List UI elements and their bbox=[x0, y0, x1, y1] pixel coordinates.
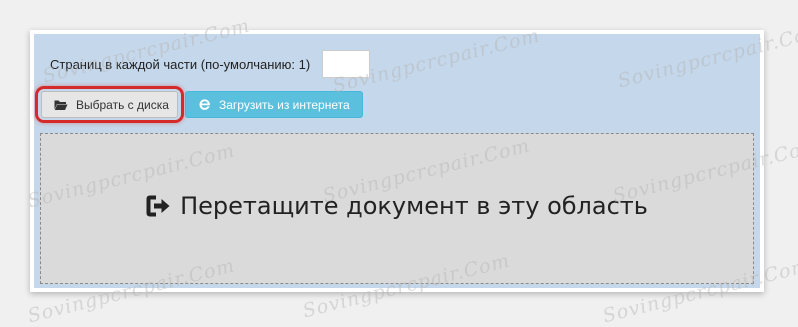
drop-zone-text: Перетащите документ в эту область bbox=[180, 191, 648, 220]
choose-from-disk-label: Выбрать с диска bbox=[76, 97, 169, 112]
internet-explorer-icon bbox=[198, 98, 211, 111]
pages-per-part-input[interactable] bbox=[322, 50, 371, 78]
upload-from-internet-button[interactable]: Загрузить из интернета bbox=[185, 91, 363, 118]
drop-zone[interactable]: Перетащите документ в эту область bbox=[40, 133, 754, 284]
page: { "pages_per_part": { "label": "Страниц … bbox=[0, 0, 798, 327]
upload-from-internet-label: Загрузить из интернета bbox=[219, 97, 350, 112]
pages-per-part-row: Страниц в каждой части (по-умолчанию: 1) bbox=[50, 50, 371, 78]
drop-zone-content: Перетащите документ в эту область bbox=[146, 192, 648, 220]
choose-from-disk-button[interactable]: Выбрать с диска bbox=[41, 91, 178, 118]
sign-in-icon bbox=[146, 195, 172, 217]
folder-open-icon bbox=[54, 99, 68, 111]
pages-per-part-label: Страниц в каждой части (по-умолчанию: 1) bbox=[50, 56, 311, 72]
